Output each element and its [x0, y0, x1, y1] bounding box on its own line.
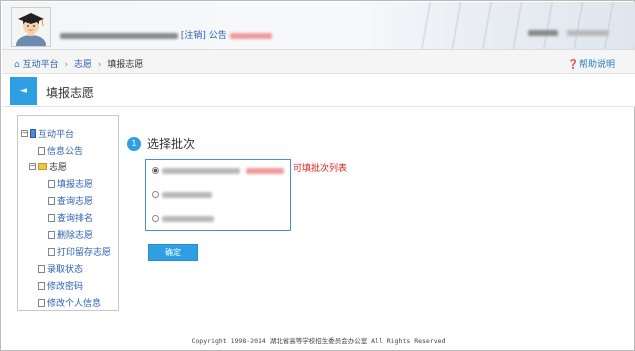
collapse-toggle-icon[interactable]: −: [21, 130, 28, 137]
sidebar-item-label: 修改密码: [47, 282, 84, 292]
redacted-notice-badge: [229, 32, 272, 39]
breadcrumb-separator: ›: [64, 60, 69, 70]
redacted-batch-name: [162, 191, 212, 198]
document-icon: [38, 281, 45, 290]
document-icon: [38, 298, 45, 307]
platform-icon: [30, 129, 36, 138]
tree-root[interactable]: − 互动平台: [21, 127, 74, 140]
document-icon: [38, 146, 45, 155]
sidebar-tree: − 互动平台 信息公告 − 志愿 填报志愿 查询志愿 查询排名 删除志愿 打印留…: [17, 115, 119, 311]
document-icon: [48, 196, 55, 205]
navbar: ⌂ 互动平台 › 志愿 › 填报志愿 ❓帮助说明: [2, 50, 635, 74]
radio-button[interactable]: [152, 215, 159, 222]
batch-option[interactable]: [152, 167, 284, 174]
document-icon: [48, 179, 55, 188]
sidebar-item-label: 填报志愿: [57, 180, 94, 190]
notice-link[interactable]: 公告: [209, 31, 227, 41]
home-icon[interactable]: ⌂: [14, 60, 20, 70]
radio-button[interactable]: [152, 167, 159, 174]
header-decoration: [415, 2, 635, 49]
header: [注销] 公告: [2, 2, 635, 50]
help-label: 帮助说明: [578, 60, 615, 70]
redacted-right-label: [528, 29, 559, 36]
sidebar-item-query-ranking[interactable]: 查询排名: [48, 211, 93, 224]
logout-link[interactable]: [注销]: [181, 31, 206, 41]
sidebar-item-print-volunteer[interactable]: 打印留存志愿: [48, 245, 111, 258]
step-title: 选择批次: [147, 137, 196, 151]
sidebar-item-admission-status[interactable]: 录取状态: [38, 262, 83, 275]
radio-button[interactable]: [152, 191, 159, 198]
avatar: [11, 7, 51, 47]
sidebar-item-label: 打印留存志愿: [57, 248, 112, 258]
sidebar-item-change-password[interactable]: 修改密码: [38, 279, 83, 292]
document-icon: [48, 230, 55, 239]
redacted-user-text: [60, 32, 178, 39]
header-right-info: [528, 28, 609, 38]
document-icon: [48, 247, 55, 256]
redacted-batch-name: [162, 215, 214, 222]
sidebar-item-volunteer[interactable]: − 志愿: [29, 160, 67, 173]
step-heading: 1 选择批次: [127, 135, 195, 152]
sidebar-item-label: 删除志愿: [57, 231, 94, 241]
breadcrumb-item[interactable]: 志愿: [74, 60, 92, 70]
batch-option[interactable]: [152, 215, 214, 222]
sidebar-item-label: 查询志愿: [57, 197, 94, 207]
redacted-right-value: [567, 29, 609, 36]
batch-option[interactable]: [152, 191, 212, 198]
redacted-batch-name: [162, 167, 240, 174]
tree-root-label: 互动平台: [38, 130, 75, 140]
batch-options-box: [145, 159, 291, 231]
page-frame: [注销] 公告 ⌂ 互动平台 › 志愿 › 填报志愿 ❓帮助说明 ◄ 填报志愿 …: [0, 0, 635, 351]
sidebar-item-query-volunteer[interactable]: 查询志愿: [48, 194, 93, 207]
sidebar-item-label: 志愿: [49, 163, 68, 173]
sidebar-item-label: 查询排名: [57, 214, 94, 224]
confirm-button[interactable]: 确定: [148, 244, 198, 261]
sidebar-item-delete-volunteer[interactable]: 删除志愿: [48, 228, 93, 241]
sidebar-item-notice[interactable]: 信息公告: [38, 144, 83, 157]
help-circle-icon: ❓: [567, 60, 579, 70]
page-title: 填报志愿: [46, 86, 95, 100]
breadcrumb-current: 填报志愿: [107, 60, 144, 70]
graduate-avatar-icon: [12, 8, 50, 46]
folder-icon: [38, 163, 47, 170]
step-number-badge: 1: [127, 136, 141, 151]
collapse-toggle-icon[interactable]: −: [29, 163, 36, 170]
batch-hint: 可填批次列表: [293, 164, 348, 174]
breadcrumb-separator: ›: [97, 60, 102, 70]
breadcrumb-item[interactable]: 互动平台: [23, 60, 59, 70]
footer-copyright: Copyright 1998-2014 湖北省高等学校招生委员会办公室 All …: [191, 337, 446, 345]
breadcrumb: ⌂ 互动平台 › 志愿 › 填报志愿: [14, 57, 143, 70]
sidebar-item-label: 信息公告: [47, 147, 84, 157]
document-icon: [38, 264, 45, 273]
sidebar-item-edit-profile[interactable]: 修改个人信息: [38, 296, 101, 309]
help-link[interactable]: ❓帮助说明: [568, 57, 615, 70]
header-user-info: [注销] 公告: [60, 28, 272, 41]
title-bar: ◄ 填报志愿: [2, 74, 635, 107]
sidebar-item-fill-volunteer[interactable]: 填报志愿: [48, 177, 93, 190]
sidebar-item-label: 录取状态: [47, 265, 84, 275]
sidebar-item-label: 修改个人信息: [47, 299, 102, 309]
back-button[interactable]: ◄: [10, 77, 37, 105]
redacted-batch-tag: [246, 167, 284, 174]
document-icon: [48, 213, 55, 222]
